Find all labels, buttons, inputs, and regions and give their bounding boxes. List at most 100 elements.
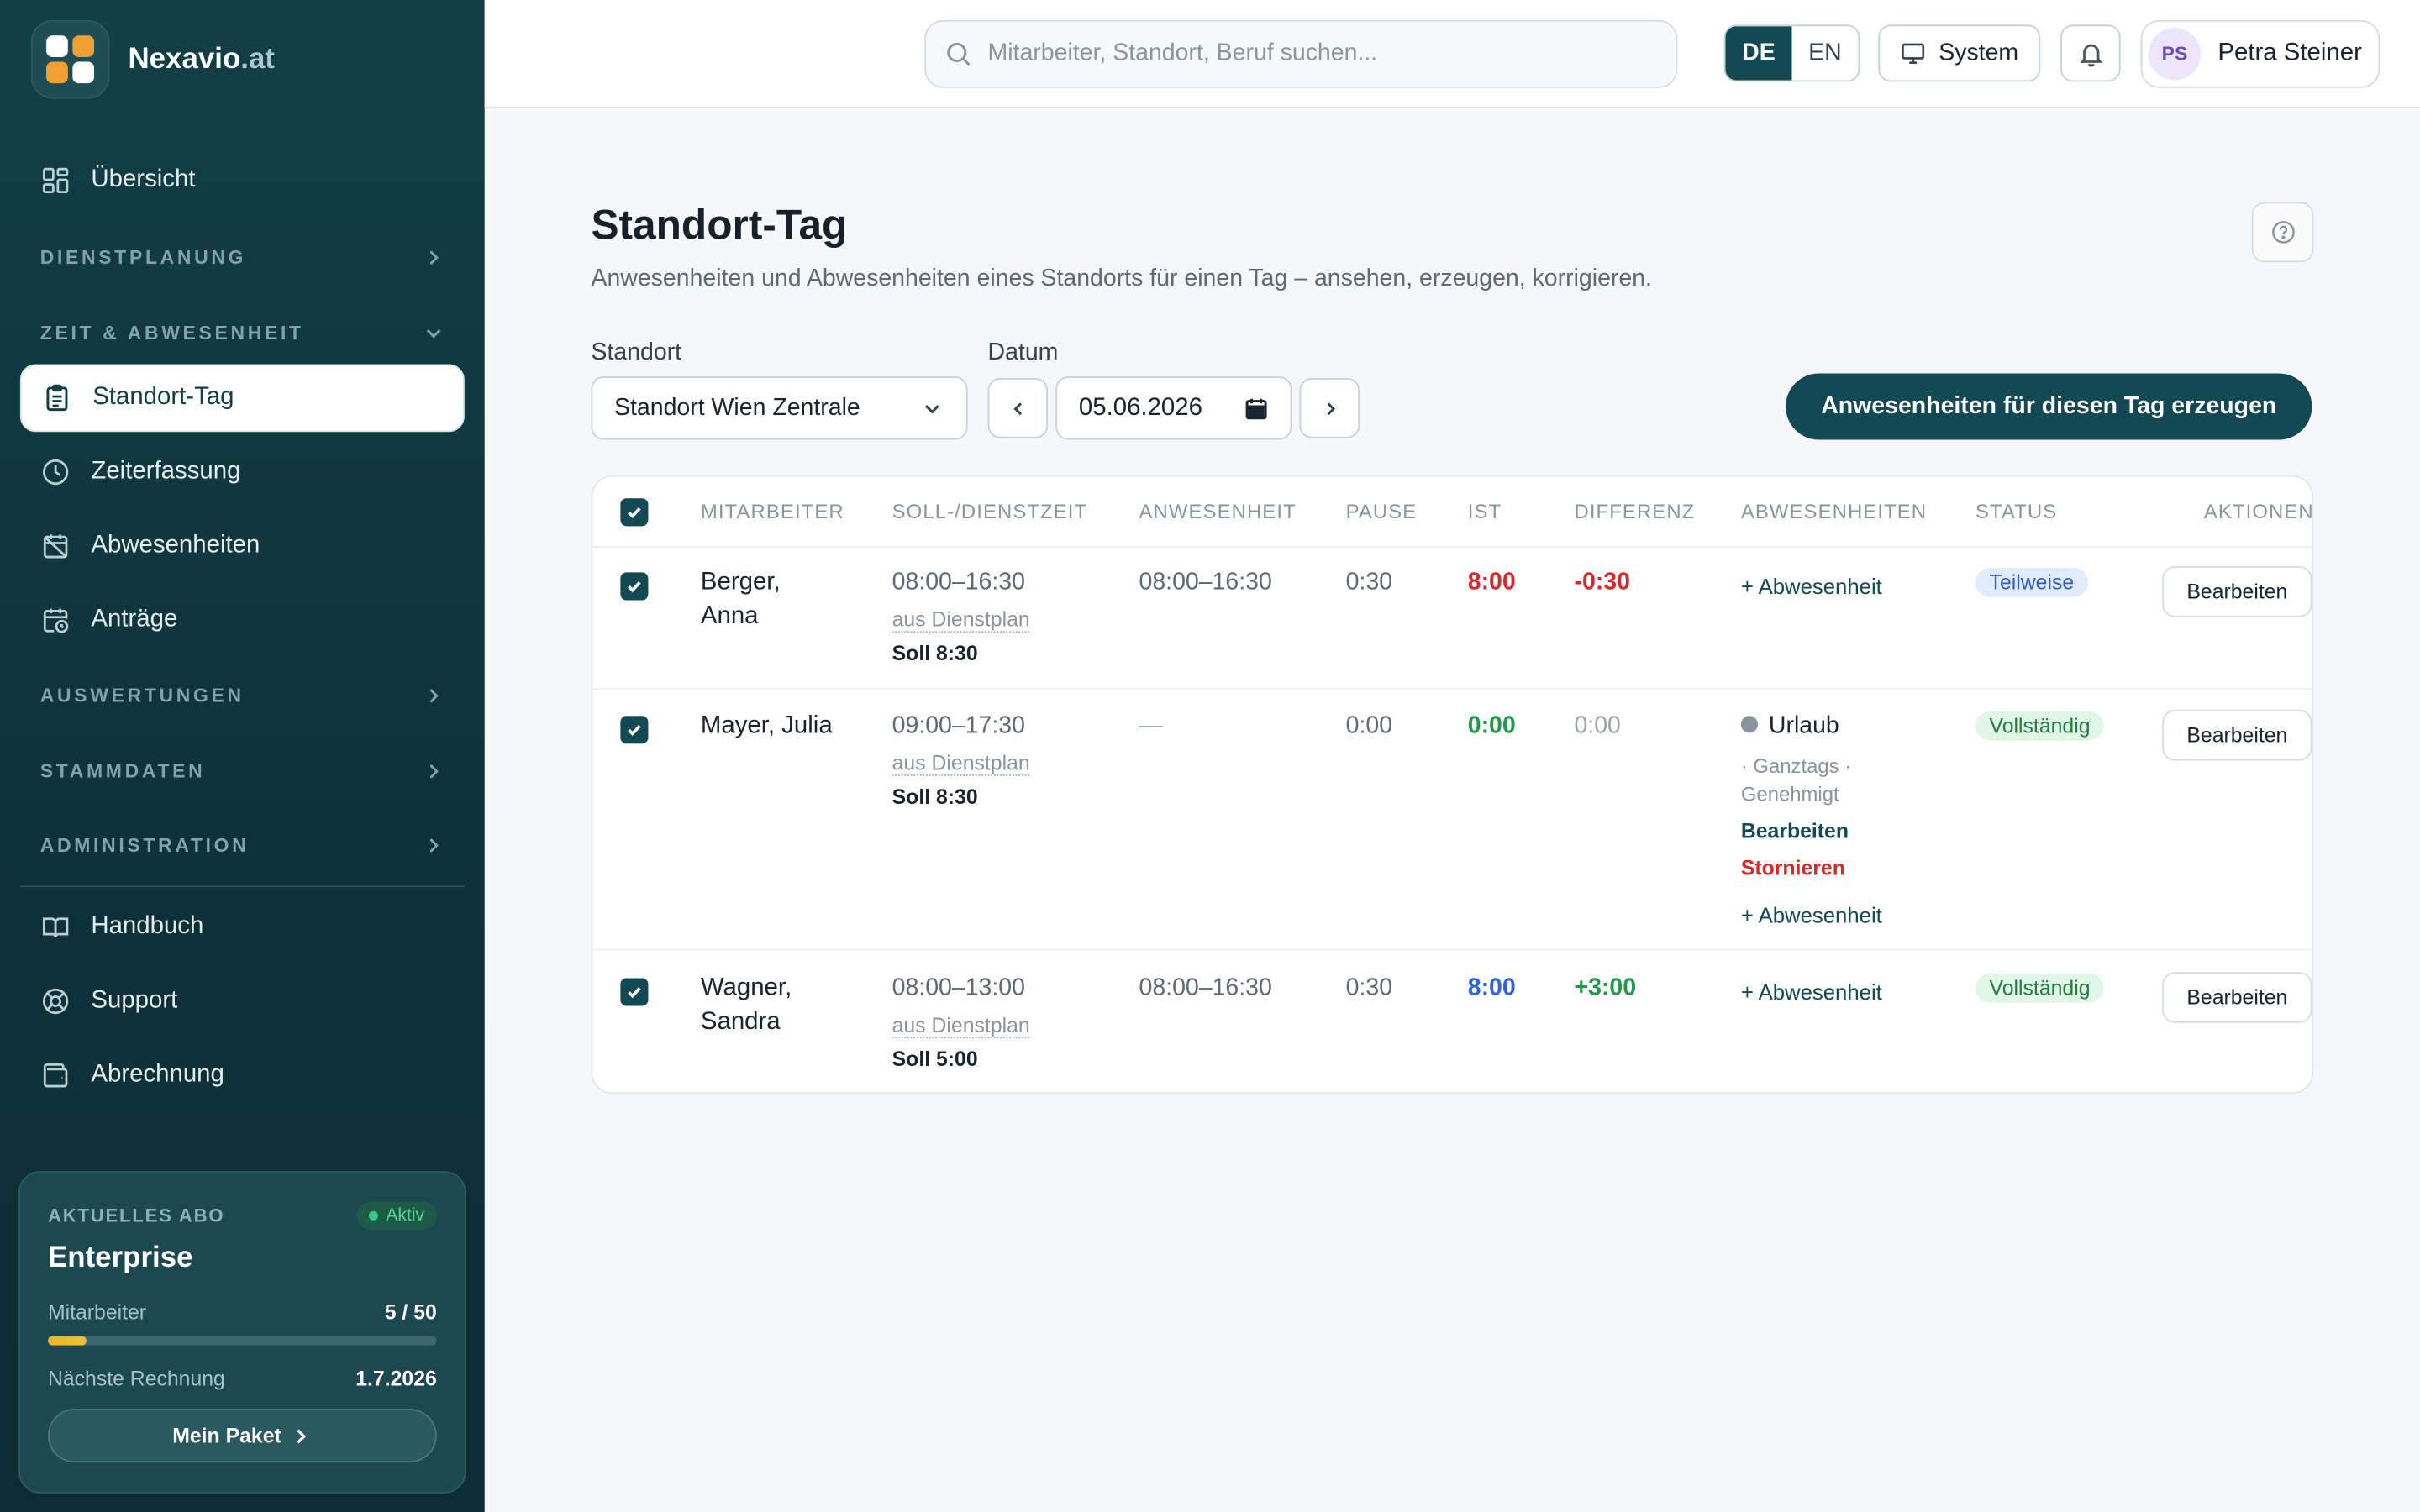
row-divider (592, 948, 2312, 951)
chevron-right-icon (423, 685, 445, 707)
shift-time: 08:00–13:00 (892, 974, 1025, 1002)
chevron-right-icon (423, 761, 445, 783)
nav-item-abwesenheiten[interactable]: Abwesenheiten (20, 512, 465, 580)
column-header[interactable]: STATUS (1975, 500, 2057, 523)
wallet-icon (40, 1060, 71, 1091)
generate-attendance-button[interactable]: Anwesenheiten für diesen Tag erzeugen (1786, 373, 2312, 440)
employee-name[interactable]: Wagner, Sandra (701, 972, 792, 1040)
chevron-right-icon (423, 247, 445, 269)
shift-time: 08:00–16:30 (892, 569, 1025, 596)
status-dot-icon (369, 1210, 379, 1221)
plan-label: AKTUELLES ABO (47, 1205, 225, 1227)
nav-section-planning[interactable]: DIENSTPLANUNG (40, 242, 445, 273)
lang-de-button[interactable]: DE (1725, 26, 1792, 81)
presence-time: 08:00–16:30 (1139, 974, 1272, 1002)
my-plan-button[interactable]: Mein Paket (47, 1408, 437, 1463)
search-input[interactable] (987, 39, 1667, 68)
sidebar: Nexavio.at Übersicht DIENSTPLANUNG ZEIT … (0, 0, 485, 1512)
add-absence-link[interactable]: + Abwesenheit (1741, 898, 1882, 932)
presence-time: 08:00–16:30 (1139, 569, 1272, 596)
add-absence-link[interactable]: + Abwesenheit (1741, 975, 1882, 1009)
cancel-absence-link[interactable]: Stornieren (1741, 852, 1845, 885)
target-hours: Soll 8:30 (892, 785, 978, 809)
nav-item-overview[interactable]: Übersicht (20, 146, 465, 214)
chevron-right-icon (291, 1425, 313, 1446)
row-checkbox[interactable] (620, 978, 649, 1006)
bell-icon (2076, 39, 2104, 67)
edit-row-button[interactable]: Bearbeiten (2162, 566, 2312, 617)
clock-icon (40, 457, 71, 488)
dashboard-icon (40, 165, 71, 197)
nav-item-zeiterfassung[interactable]: Zeiterfassung (20, 438, 465, 507)
page-title: Standort-Tag (591, 202, 848, 249)
nav-item-label: Standort-Tag (92, 384, 234, 411)
section-label: ZEIT & ABWESENHEIT (39, 322, 304, 344)
employee-name[interactable]: Berger, Anna (701, 566, 781, 634)
column-header[interactable]: ABWESENHEITEN (1741, 500, 1927, 523)
shift-source-link[interactable]: aus Dienstplan (892, 607, 1030, 633)
location-value: Standort Wien Zentrale (614, 394, 860, 421)
location-select[interactable]: Standort Wien Zentrale (591, 376, 968, 440)
column-header[interactable]: MITARBEITER (701, 500, 844, 523)
pause-time: 0:00 (1345, 712, 1393, 739)
nav-item-abrechnung[interactable]: Abrechnung (20, 1042, 465, 1110)
monitor-icon (1900, 40, 1926, 66)
next-day-button[interactable] (1299, 378, 1360, 438)
notifications-button[interactable] (2060, 24, 2121, 82)
date-input[interactable]: 05.06.2026 (1055, 376, 1292, 440)
plan-name: Enterprise (47, 1242, 193, 1275)
row-checkbox[interactable] (620, 716, 649, 744)
row-checkbox[interactable] (620, 572, 649, 601)
user-menu-button[interactable]: PS Petra Steiner (2140, 19, 2381, 88)
edit-row-button[interactable]: Bearbeiten (2162, 972, 2312, 1023)
add-absence-link[interactable]: + Abwesenheit (1741, 570, 1882, 603)
column-header[interactable]: PAUSE (1346, 500, 1418, 523)
calendar-icon[interactable] (1244, 396, 1268, 421)
shift-source-link[interactable]: aus Dienstplan (892, 1014, 1030, 1039)
nav-item-label: Übersicht (91, 166, 196, 193)
brand[interactable]: Nexavio.at (30, 19, 276, 99)
edit-absence-link[interactable]: Bearbeiten (1741, 815, 1849, 848)
subscription-card: AKTUELLES ABO Aktiv Enterprise Mitarbeit… (18, 1171, 466, 1494)
pause-time: 0:30 (1345, 569, 1393, 596)
absence-dot-icon (1740, 716, 1759, 734)
column-header[interactable]: IST (1468, 500, 1502, 523)
search-box[interactable] (924, 19, 1678, 88)
nav-item-handbuch[interactable]: Handbuch (20, 893, 465, 961)
nav-section-admin[interactable]: ADMINISTRATION (40, 830, 445, 861)
column-header[interactable]: SOLL-/DIENSTZEIT (892, 500, 1088, 523)
chevron-right-icon (423, 835, 445, 857)
nav-item-standort-tag[interactable]: Standort-Tag (19, 364, 465, 433)
nav-section-master-data[interactable]: STAMMDATEN (40, 756, 445, 787)
actual-hours: 0:00 (1467, 712, 1516, 739)
edit-row-button[interactable]: Bearbeiten (2162, 709, 2312, 761)
search-icon (944, 40, 972, 68)
plan-invoice-label: Nächste Rechnung (47, 1367, 225, 1390)
column-header[interactable]: DIFFERENZ (1574, 500, 1695, 523)
plan-usage-fill (47, 1336, 87, 1346)
page-subtitle: Anwesenheiten und Abwesenheiten eines St… (591, 265, 1652, 292)
target-hours: Soll 8:30 (892, 642, 978, 665)
theme-button[interactable]: System (1878, 24, 2041, 82)
nav-section-reports[interactable]: AUSWERTUNGEN (40, 680, 445, 711)
employee-name[interactable]: Mayer, Julia (701, 710, 833, 743)
column-header[interactable]: ANWESENHEIT (1139, 500, 1297, 523)
brand-name: Nexavio.at (128, 42, 276, 76)
absence-entry[interactable]: Urlaub (1740, 710, 1839, 743)
language-switch: DE EN (1723, 24, 1860, 82)
chevron-down-icon (920, 396, 944, 420)
nav-section-time[interactable]: ZEIT & ABWESENHEIT (40, 318, 445, 349)
help-button[interactable] (2251, 202, 2314, 263)
nav-item-support[interactable]: Support (20, 968, 465, 1036)
nav-item-label: Abwesenheiten (91, 532, 260, 559)
difference: 0:00 (1574, 712, 1621, 739)
calendar-clock-icon (40, 605, 71, 636)
shift-source-link[interactable]: aus Dienstplan (892, 751, 1030, 776)
nav-item-antraege[interactable]: Anträge (20, 586, 465, 654)
column-header[interactable]: AKTIONEN (2204, 500, 2312, 523)
previous-day-button[interactable] (987, 378, 1049, 438)
section-label: STAMMDATEN (39, 760, 206, 783)
select-all-checkbox[interactable] (620, 498, 649, 527)
lang-en-button[interactable]: EN (1791, 26, 1858, 80)
pause-time: 0:30 (1345, 974, 1393, 1002)
